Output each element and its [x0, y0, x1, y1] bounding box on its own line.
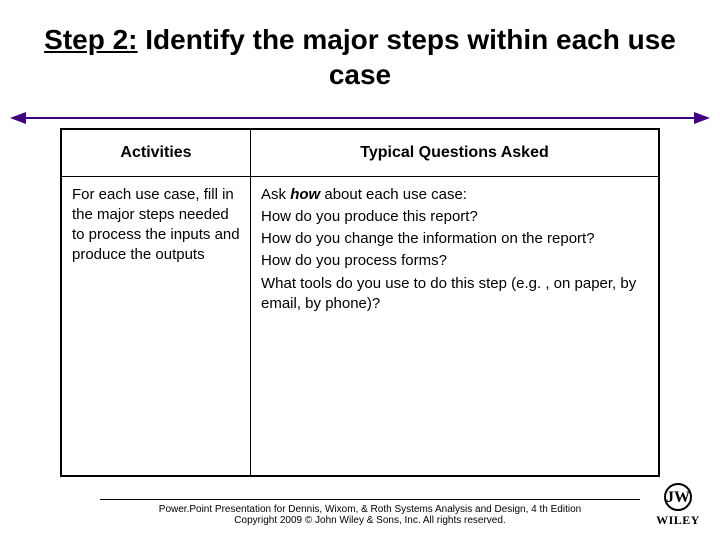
- q-intro: Ask how about each use case:: [261, 185, 648, 205]
- footer-line1: Power.Point Presentation for Dennis, Wix…: [100, 504, 640, 515]
- arrow-right-icon: [694, 112, 710, 124]
- table-row: For each use case, fill in the major ste…: [61, 176, 659, 476]
- q-line: How do you change the information on the…: [261, 229, 648, 249]
- table-header-row: Activities Typical Questions Asked: [61, 129, 659, 176]
- cell-questions: Ask how about each use case: How do you …: [251, 176, 660, 476]
- q-line: How do you process forms?: [261, 251, 648, 271]
- q-intro-pre: Ask: [261, 186, 290, 203]
- step-label: Step 2:: [44, 24, 137, 55]
- q-intro-how: how: [290, 186, 320, 203]
- q-intro-post: about each use case:: [320, 186, 467, 203]
- slide-title: Step 2: Identify the major steps within …: [0, 0, 720, 98]
- footer: Power.Point Presentation for Dennis, Wix…: [100, 499, 640, 526]
- header-questions: Typical Questions Asked: [251, 129, 660, 176]
- wiley-logo: JW WILEY: [656, 483, 700, 528]
- q-line: How do you produce this report?: [261, 207, 648, 227]
- content-table: Activities Typical Questions Asked For e…: [60, 128, 660, 477]
- footer-line2: Copyright 2009 © John Wiley & Sons, Inc.…: [100, 515, 640, 526]
- header-activities: Activities: [61, 129, 251, 176]
- arrow-line: [24, 117, 696, 119]
- title-rest: Identify the major steps within each use…: [138, 24, 676, 90]
- double-arrow-divider: [10, 112, 710, 124]
- wiley-logo-text: WILEY: [656, 513, 700, 528]
- q-line: What tools do you use to do this step (e…: [261, 274, 648, 315]
- cell-activity: For each use case, fill in the major ste…: [61, 176, 251, 476]
- wiley-logo-icon: JW: [664, 483, 692, 511]
